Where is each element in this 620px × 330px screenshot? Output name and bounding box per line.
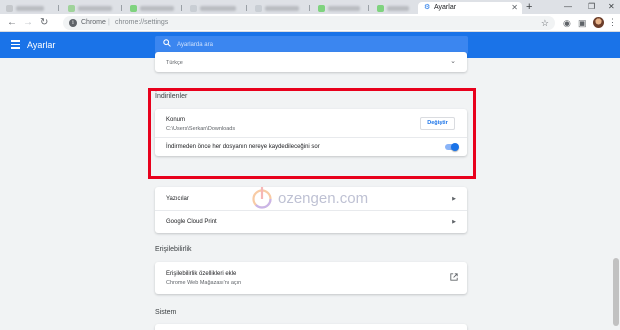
chevron-down-icon[interactable]: ⌄ (450, 58, 456, 66)
tab-title-blurred (265, 6, 299, 11)
omnibox-url[interactable]: chrome://settings (115, 18, 168, 28)
tab-blurred-3[interactable] (124, 2, 180, 14)
accessibility-add-sub: Chrome Web Mağazası'nı açın (166, 280, 242, 286)
tab-title-blurred (16, 6, 44, 11)
reload-icon[interactable]: ↻ (40, 16, 48, 30)
close-tab-icon[interactable]: ✕ (511, 3, 518, 13)
tab-separator (309, 5, 310, 11)
watermark: ozengen.com (251, 185, 381, 215)
section-title-accessibility: Erişilebilirlik (155, 246, 192, 253)
avatar[interactable] (593, 17, 604, 28)
tab-title-blurred (328, 6, 360, 11)
cloud-print-label: Google Cloud Print (166, 219, 217, 225)
favicon-icon (130, 5, 137, 12)
arrow-right-icon: ▶ (452, 196, 456, 202)
omnibox-separator: | (108, 19, 110, 26)
tab-separator (368, 5, 369, 11)
system-card (155, 324, 467, 330)
tab-separator (121, 5, 122, 11)
close-window-icon[interactable]: ✕ (608, 1, 615, 13)
browser-toolbar: ← → ↻ i Chrome | chrome://settings ☆ ◉ ▣… (0, 14, 620, 32)
menu-icon[interactable]: ⋮ (608, 16, 617, 28)
back-icon[interactable]: ← (7, 16, 17, 30)
settings-gear-icon: ⚙ (424, 4, 431, 11)
tab-blurred-7[interactable] (371, 2, 415, 14)
tab-blurred-4[interactable] (184, 2, 244, 14)
forward-icon[interactable]: → (23, 16, 33, 30)
tab-blurred-5[interactable] (249, 2, 307, 14)
scrollbar-thumb[interactable] (613, 258, 619, 326)
tab-title-blurred (200, 6, 236, 11)
new-tab-icon[interactable]: + (526, 1, 532, 13)
favicon-icon (377, 5, 384, 12)
tab-title-blurred (78, 6, 112, 11)
tab-separator (246, 5, 247, 11)
favicon-icon (190, 5, 197, 12)
annotation-highlight-box (148, 88, 476, 179)
favicon-icon (255, 5, 262, 12)
tab-blurred-2[interactable] (62, 2, 120, 14)
external-link-icon[interactable] (450, 273, 458, 281)
language-value: Türkçe (166, 60, 183, 66)
hamburger-menu-icon[interactable] (11, 40, 20, 49)
favicon-icon (6, 5, 13, 12)
search-icon (163, 39, 171, 47)
language-card[interactable]: Türkçe ⌄ (155, 52, 467, 72)
tab-settings[interactable]: ⚙ Ayarlar ✕ (418, 2, 522, 14)
watermark-text: ozengen.com (278, 190, 369, 207)
tab-title-blurred (140, 6, 174, 11)
search-placeholder: Ayarlarda ara (177, 42, 213, 48)
tab-separator (58, 5, 59, 11)
accessibility-card[interactable]: Erişilebilirlik özellikleri ekle Chrome … (155, 262, 467, 294)
tab-title-blurred (387, 6, 409, 11)
info-icon[interactable]: i (69, 19, 77, 27)
tab-strip: ⚙ Ayarlar ✕ + — ❐ ✕ (0, 0, 620, 14)
tab-separator (181, 5, 182, 11)
section-title-system: Sistem (155, 309, 177, 316)
omnibox-chip: Chrome (81, 19, 106, 26)
favicon-icon (68, 5, 75, 12)
address-bar[interactable]: i Chrome | chrome://settings ☆ (63, 16, 555, 30)
watermark-logo-icon (252, 187, 272, 209)
page-title: Ayarlar (27, 40, 56, 50)
tab-blurred-1[interactable] (0, 2, 52, 14)
arrow-right-icon: ▶ (452, 219, 456, 225)
tab-blurred-6[interactable] (312, 2, 366, 14)
extension-icon[interactable]: ◉ (563, 17, 571, 29)
printers-label: Yazıcılar (166, 196, 189, 202)
accessibility-add-label: Erişilebilirlik özellikleri ekle (166, 271, 237, 277)
cast-icon[interactable]: ▣ (578, 17, 587, 29)
scrollbar[interactable] (612, 58, 620, 330)
star-icon[interactable]: ☆ (541, 17, 549, 29)
minimize-icon[interactable]: — (564, 1, 572, 13)
tab-title: Ayarlar (434, 4, 457, 11)
restore-icon[interactable]: ❐ (588, 1, 595, 13)
favicon-icon (318, 5, 325, 12)
